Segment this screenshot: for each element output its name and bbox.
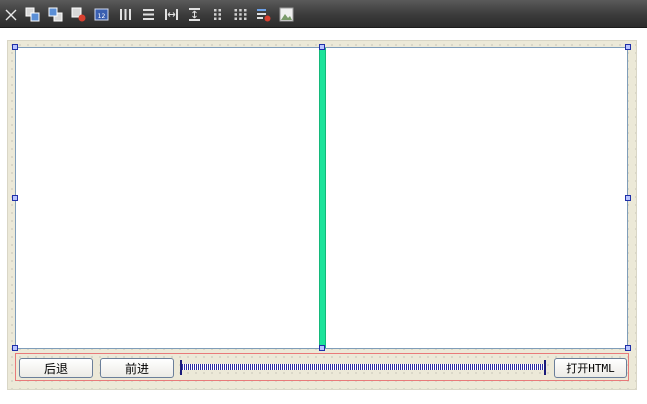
grid-3col-icon[interactable] [233, 7, 248, 22]
address-input[interactable] [180, 360, 546, 375]
grid-2col-icon[interactable] [210, 7, 225, 22]
close-icon[interactable] [3, 7, 18, 22]
back-button[interactable]: 后退 [19, 358, 93, 378]
bring-to-front-icon[interactable] [25, 7, 40, 22]
resize-handle-bottom-left[interactable] [12, 345, 18, 351]
same-height-icon[interactable] [187, 7, 202, 22]
open-html-button[interactable]: 打开HTML [554, 358, 627, 378]
send-to-back-icon[interactable] [48, 7, 63, 22]
delete-control-icon[interactable] [71, 7, 86, 22]
resize-handle-top-right[interactable] [625, 44, 631, 50]
align-columns-icon[interactable] [118, 7, 133, 22]
address-input-pattern [182, 364, 544, 370]
properties-icon[interactable] [256, 7, 271, 22]
resize-handle-middle-left[interactable] [12, 195, 18, 201]
left-browser-pane[interactable] [16, 48, 319, 348]
preview-icon[interactable] [279, 7, 294, 22]
same-width-icon[interactable] [164, 7, 179, 22]
svg-text:12: 12 [98, 13, 106, 20]
align-rows-icon[interactable] [141, 7, 156, 22]
navigation-bar: 后退 前进 打开HTML [15, 353, 629, 381]
forward-button[interactable]: 前进 [100, 358, 174, 378]
resize-handle-bottom-center[interactable] [319, 345, 325, 351]
designer-toolbar: 12 [0, 0, 647, 28]
resize-handle-middle-right[interactable] [625, 195, 631, 201]
tab-order-icon[interactable]: 12 [94, 7, 109, 22]
pane-splitter[interactable] [319, 48, 326, 348]
resize-handle-top-center[interactable] [319, 44, 325, 50]
right-browser-pane[interactable] [326, 48, 627, 348]
resize-handle-top-left[interactable] [12, 44, 18, 50]
resize-handle-bottom-right[interactable] [625, 345, 631, 351]
